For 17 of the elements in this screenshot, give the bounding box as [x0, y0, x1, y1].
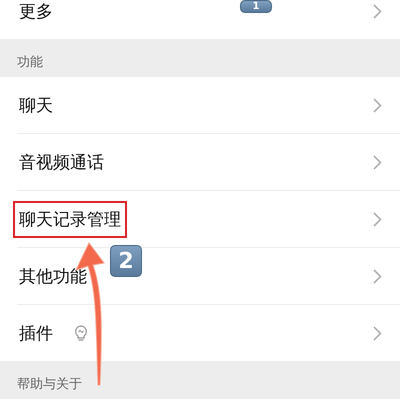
chevron-icon: [373, 212, 382, 226]
row-label[interactable]: 插件: [13, 314, 59, 352]
section-header: 功能: [0, 39, 400, 77]
chevron-icon: [373, 154, 382, 170]
section-header: 帮助与关于: [0, 361, 400, 399]
row-label[interactable]: 聊天记录管理: [13, 200, 127, 238]
row-label[interactable]: 更多: [13, 0, 59, 30]
step-badge: 2: [110, 245, 142, 277]
chevron-icon: [373, 268, 382, 284]
row-label[interactable]: 其他功能: [13, 258, 93, 294]
chevron-icon: [373, 4, 382, 18]
row-label[interactable]: 音视频通话: [13, 144, 110, 180]
chevron-icon: [373, 326, 382, 340]
row-label[interactable]: 聊天: [13, 86, 59, 124]
lightbulb-icon: [73, 324, 89, 342]
step-badge: 1: [240, 0, 272, 13]
chevron-icon: [373, 98, 382, 112]
